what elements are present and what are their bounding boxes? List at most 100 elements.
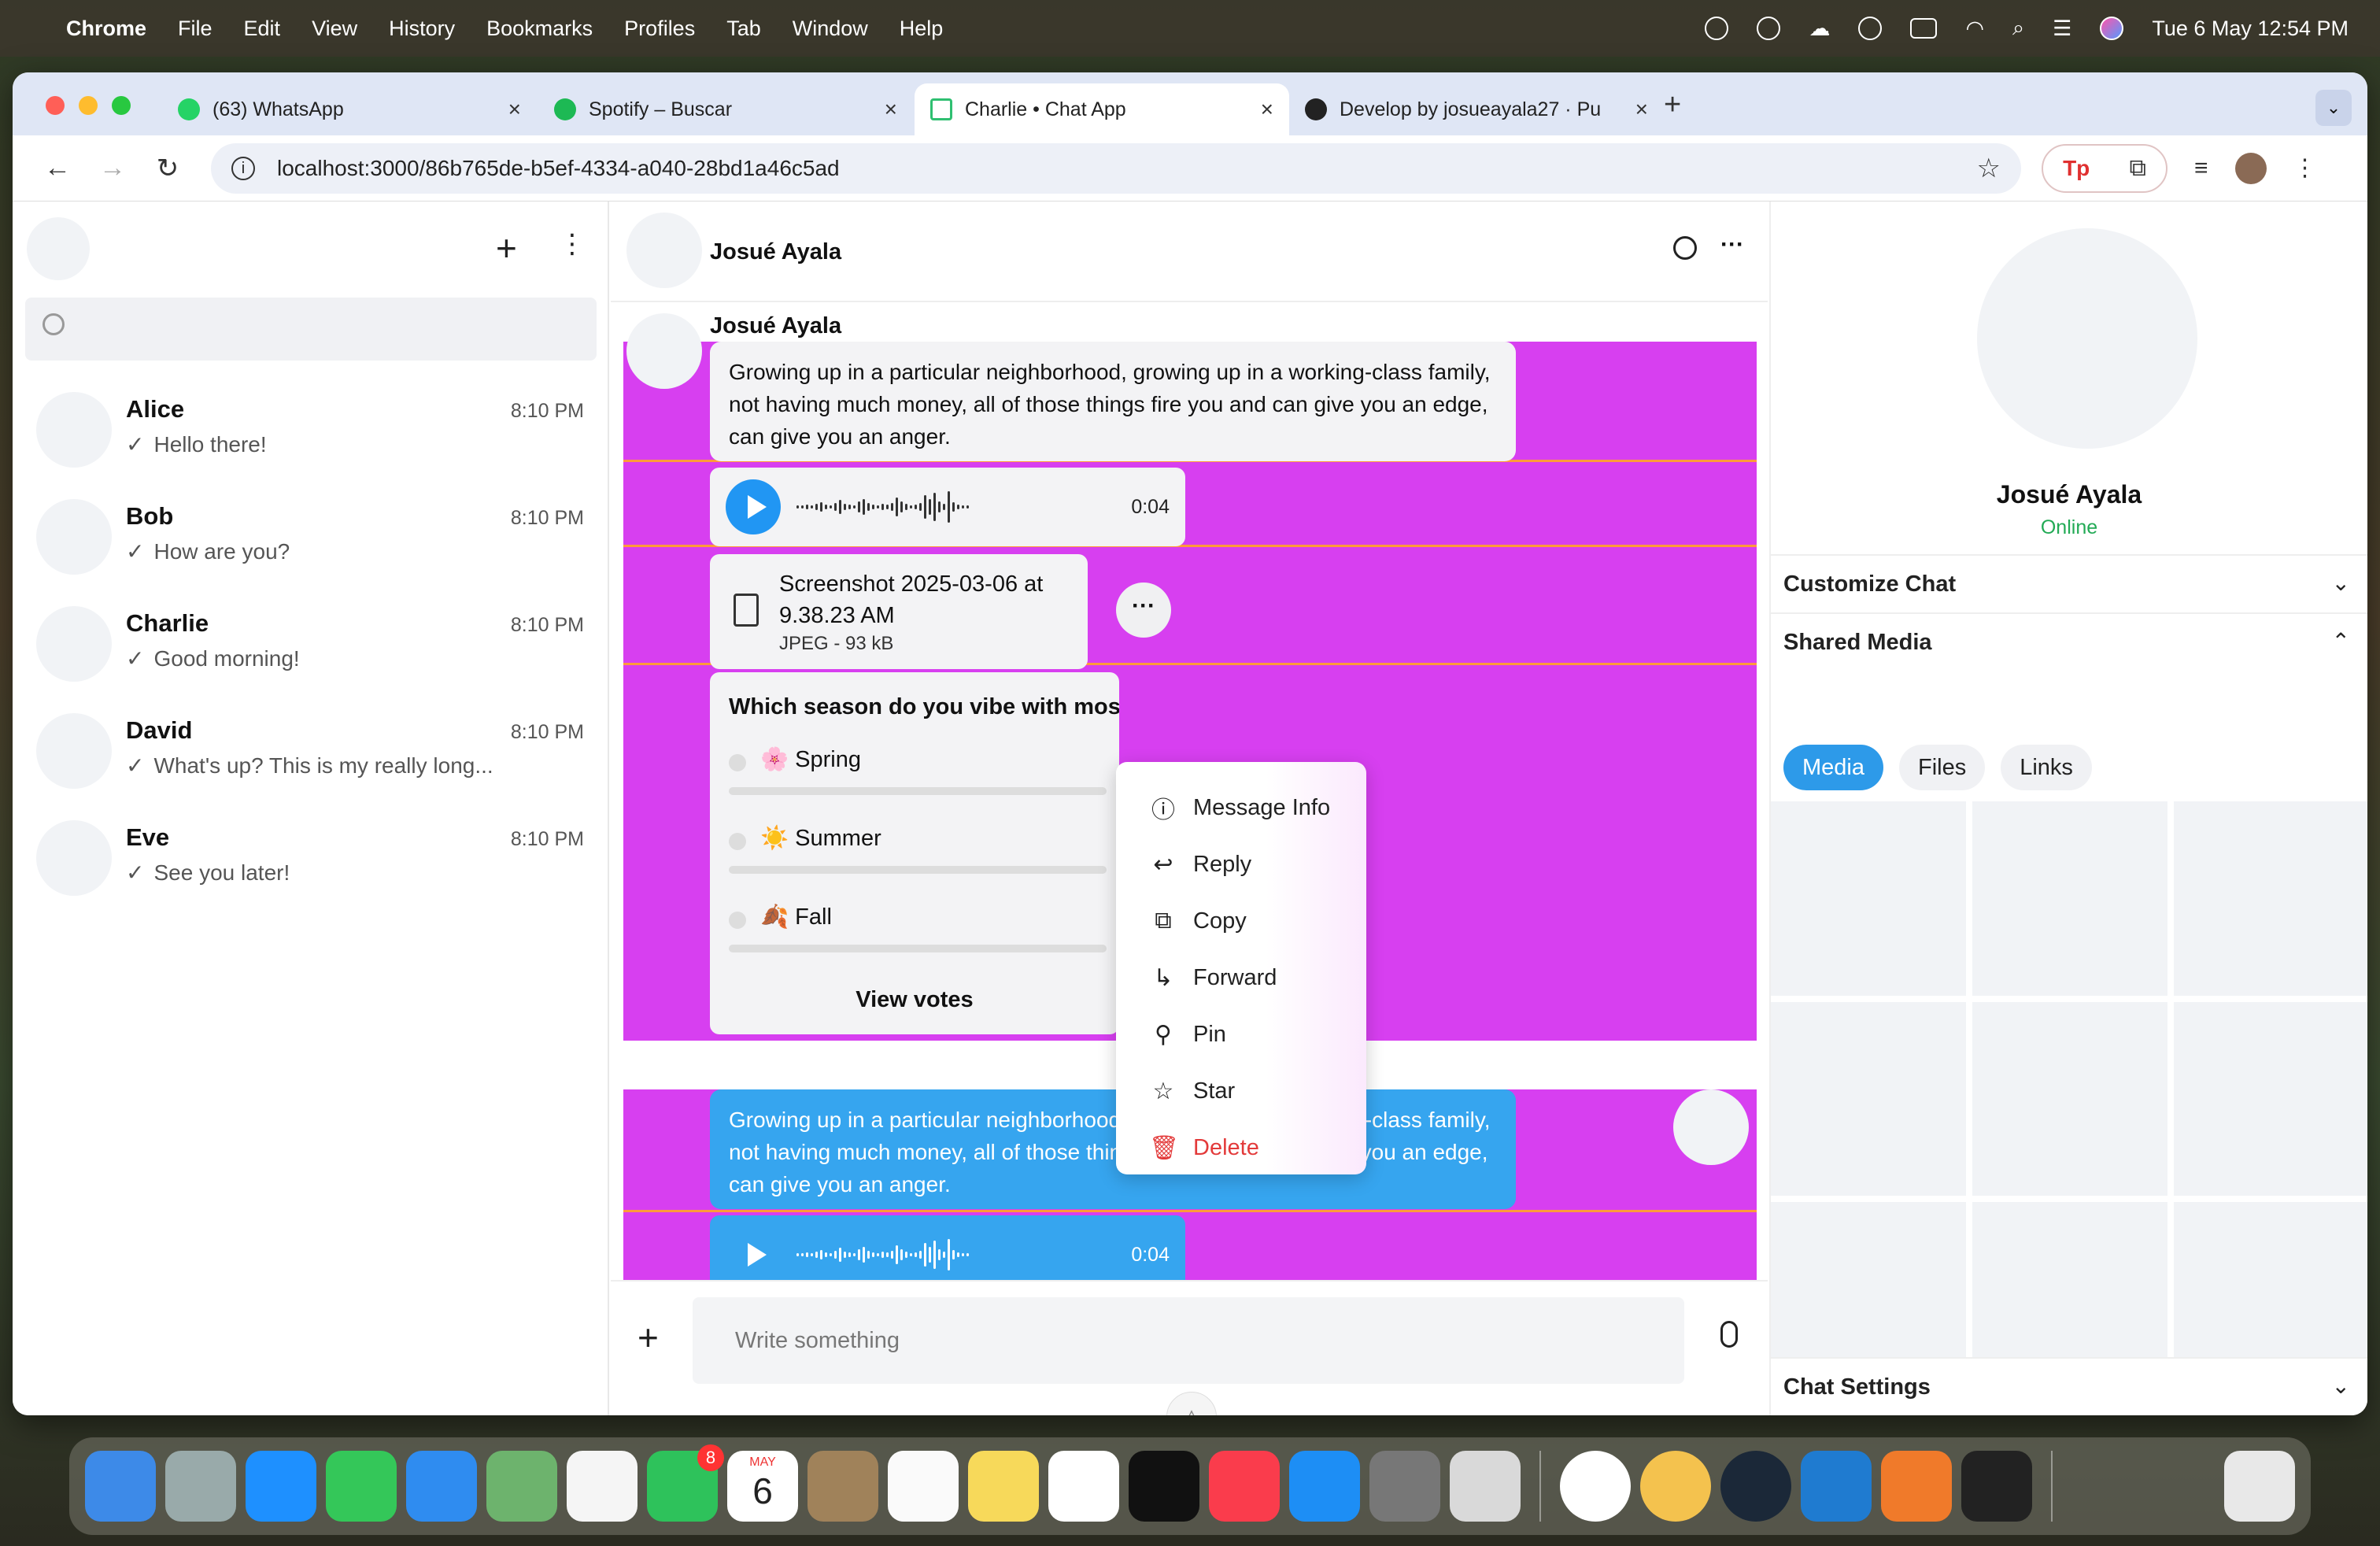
close-window-button[interactable]: [46, 96, 65, 115]
menu-edit[interactable]: Edit: [244, 17, 281, 41]
menu-item-copy[interactable]: ⧉ Copy: [1116, 893, 1366, 949]
chat-title[interactable]: Josué Ayala: [710, 239, 841, 265]
menu-history[interactable]: History: [389, 17, 455, 41]
menu-window[interactable]: Window: [793, 17, 868, 41]
conversation-item-david[interactable]: David 8:10 PM ✓ What's up? This is my rea…: [13, 704, 609, 806]
cloud-icon[interactable]: ☁: [1809, 17, 1830, 41]
finder-icon[interactable]: [85, 1451, 156, 1522]
tab-whatsapp[interactable]: (63) WhatsApp ×: [162, 83, 537, 135]
menu-view[interactable]: View: [312, 17, 357, 41]
status-icon-1[interactable]: [1705, 17, 1729, 40]
maps-icon[interactable]: [486, 1451, 557, 1522]
music-icon[interactable]: [1209, 1451, 1280, 1522]
launchpad-icon[interactable]: [165, 1451, 236, 1522]
menu-item-star[interactable]: ☆ Star: [1116, 1063, 1366, 1119]
tab-github[interactable]: Develop by josueayala27 · Pu ×: [1289, 83, 1664, 135]
translate-extension-label[interactable]: Tp: [2063, 156, 2090, 181]
reminders-icon[interactable]: [888, 1451, 959, 1522]
message-bubble[interactable]: Growing up in a particular neighborhood,…: [710, 342, 1516, 461]
siri-icon[interactable]: [2100, 17, 2124, 40]
outgoing-audio-message[interactable]: 0:04: [710, 1215, 1185, 1280]
messages-icon[interactable]: [326, 1451, 397, 1522]
conversation-item-bob[interactable]: Bob 8:10 PM ✓ How are you?: [13, 490, 609, 592]
menu-item-pin[interactable]: ⚲ Pin: [1116, 1006, 1366, 1063]
audio-waveform[interactable]: [796, 487, 1120, 527]
tab-search-chevron-icon[interactable]: ⌄: [2315, 90, 2352, 126]
menu-help[interactable]: Help: [900, 17, 944, 41]
chrome-icon[interactable]: [1560, 1451, 1631, 1522]
menu-app-name[interactable]: Chrome: [66, 17, 146, 41]
trash-icon[interactable]: [2224, 1451, 2295, 1522]
spotlight-icon[interactable]: ⌕: [2012, 16, 2024, 41]
menu-item-delete[interactable]: 🗑 Delete: [1116, 1119, 1366, 1176]
vpn-icon[interactable]: [1640, 1451, 1711, 1522]
outgoing-message-bubble[interactable]: Growing up in a particular neighborhood,…: [710, 1089, 1516, 1209]
iphone-mirroring-icon[interactable]: [1450, 1451, 1521, 1522]
control-center-icon[interactable]: ☰: [2053, 17, 2071, 41]
bookmark-star-icon[interactable]: ☆: [1977, 153, 2001, 184]
address-bar[interactable]: i localhost:3000/86b765de-b5ef-4334-a040…: [211, 142, 2021, 194]
tab-chat-app[interactable]: Charlie • Chat App ×: [915, 83, 1289, 135]
play-icon[interactable]: [1858, 17, 1883, 40]
calendar-icon[interactable]: MAY 6: [727, 1451, 798, 1522]
media-thumb[interactable]: [2174, 1001, 2367, 1196]
more-options-icon[interactable]: ···: [1720, 231, 1744, 258]
sidebar-more-icon[interactable]: ⋮: [559, 228, 586, 260]
message-input[interactable]: [693, 1297, 1684, 1384]
close-tab-icon[interactable]: ×: [1261, 97, 1273, 122]
media-thumb[interactable]: [1972, 801, 2168, 996]
downloads-icon[interactable]: [2071, 1451, 2142, 1522]
close-tab-icon[interactable]: ×: [508, 97, 521, 122]
app-store-icon[interactable]: [1289, 1451, 1360, 1522]
back-button[interactable]: ←: [30, 153, 85, 183]
url-text[interactable]: localhost:3000/86b765de-b5ef-4334-a040-2…: [277, 156, 840, 181]
view-votes-button[interactable]: View votes: [710, 987, 1119, 1013]
safari-icon[interactable]: [246, 1451, 316, 1522]
close-tab-icon[interactable]: ×: [1635, 97, 1648, 122]
chrome-menu-icon[interactable]: ⋮: [2293, 154, 2317, 182]
apple-tv-icon[interactable]: [1129, 1451, 1199, 1522]
battery-icon[interactable]: [1910, 18, 1938, 39]
photos-icon[interactable]: [567, 1451, 638, 1522]
poll-radio[interactable]: [729, 912, 746, 929]
notes-icon[interactable]: [968, 1451, 1039, 1522]
contacts-icon[interactable]: [808, 1451, 878, 1522]
menu-item-forward[interactable]: ↳ Forward: [1116, 949, 1366, 1006]
wifi-icon[interactable]: ◠: [1965, 17, 1984, 41]
tab-files[interactable]: Files: [1899, 745, 1986, 790]
menu-tab[interactable]: Tab: [726, 17, 761, 41]
poll-radio[interactable]: [729, 833, 746, 850]
menu-file[interactable]: File: [178, 17, 213, 41]
menu-profiles[interactable]: Profiles: [624, 17, 695, 41]
audio-message[interactable]: 0:04: [710, 468, 1185, 546]
search-input[interactable]: [25, 298, 597, 361]
system-settings-icon[interactable]: [1369, 1451, 1440, 1522]
chat-avatar[interactable]: [626, 213, 702, 288]
new-chat-plus-icon[interactable]: +: [496, 227, 517, 269]
close-tab-icon[interactable]: ×: [885, 97, 897, 122]
design-tool-icon[interactable]: [1881, 1451, 1952, 1522]
message-more-icon[interactable]: ···: [1116, 583, 1171, 638]
audio-waveform[interactable]: [796, 1235, 1120, 1274]
tab-links[interactable]: Links: [2001, 745, 2092, 790]
status-icon-2[interactable]: [1757, 17, 1781, 40]
conversation-item-alice[interactable]: Alice 8:10 PM ✓ Hello there!: [13, 383, 609, 485]
file-message[interactable]: Screenshot 2025-03-06 at 9.38.23 AM JPEG…: [710, 554, 1088, 669]
poll-radio[interactable]: [729, 754, 746, 771]
media-thumb[interactable]: [2174, 801, 2367, 996]
vscode-icon[interactable]: [1801, 1451, 1872, 1522]
tab-media[interactable]: Media: [1783, 745, 1883, 790]
chat-settings-section[interactable]: Chat Settings ⌄: [1771, 1357, 2367, 1415]
search-icon[interactable]: [1673, 236, 1697, 260]
tab-spotify[interactable]: Spotify – Buscar ×: [538, 83, 913, 135]
media-thumb[interactable]: [1771, 1001, 1966, 1196]
play-button[interactable]: [726, 1227, 781, 1280]
menu-item-message-info[interactable]: ⓘ Message Info: [1116, 779, 1366, 836]
conversation-item-eve[interactable]: Eve 8:10 PM ✓ See you later!: [13, 811, 609, 913]
forward-button[interactable]: →: [85, 153, 140, 183]
freeform-icon[interactable]: [1048, 1451, 1119, 1522]
media-thumb[interactable]: [1972, 1001, 2168, 1196]
shared-media-section[interactable]: Shared Media ⌃: [1771, 612, 2367, 671]
facetime-icon[interactable]: 8: [647, 1444, 724, 1522]
menu-item-reply[interactable]: ↩ Reply: [1116, 836, 1366, 893]
